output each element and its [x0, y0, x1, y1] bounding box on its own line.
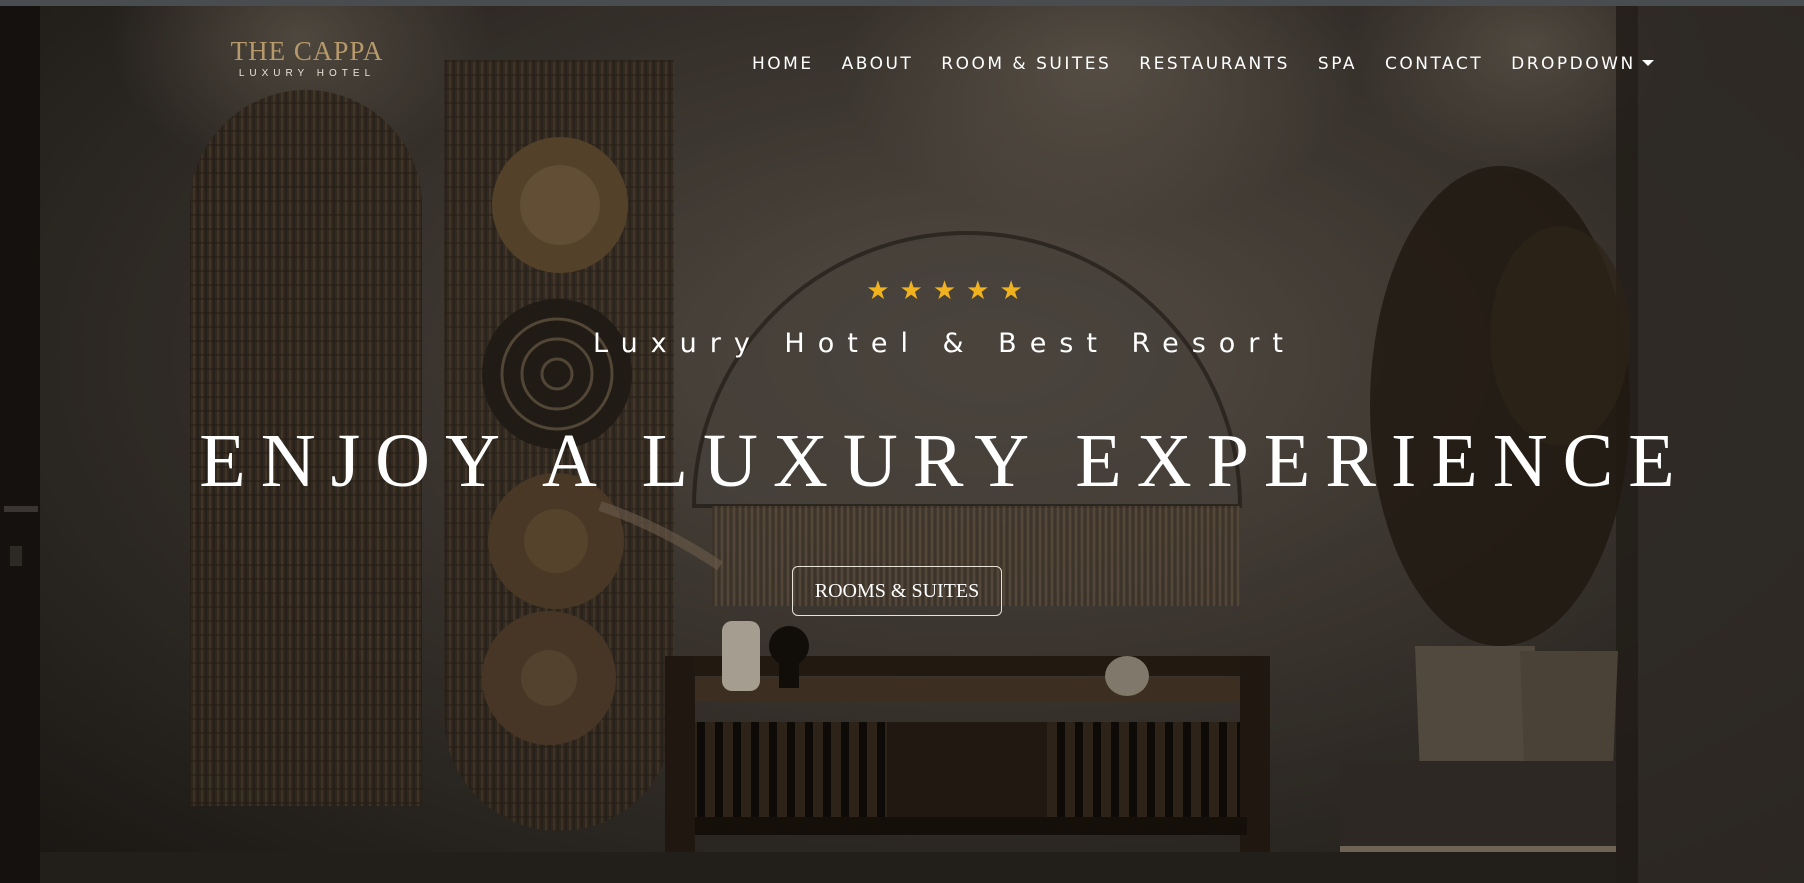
- nav-item-restaurants[interactable]: RESTAURANTS: [1139, 54, 1290, 74]
- caret-down-icon: [1641, 59, 1654, 66]
- page: THE CAPPA LUXURY HOTEL HOME ABOUT ROOM &…: [0, 0, 1804, 883]
- nav-dropdown-label: DROPDOWN: [1511, 54, 1636, 74]
- hero-headline: ENJOY A LUXURY EXPERIENCE: [199, 419, 1690, 503]
- nav-item-about[interactable]: ABOUT: [842, 54, 914, 74]
- star-icon: ★: [999, 275, 1023, 305]
- star-icon: ★: [932, 275, 957, 305]
- nav-item-dropdown[interactable]: DROPDOWN: [1511, 54, 1654, 74]
- main-nav: HOME ABOUT ROOM & SUITES RESTAURANTS SPA…: [752, 54, 1654, 74]
- nav-item-contact[interactable]: CONTACT: [1385, 54, 1483, 74]
- star-icon: ★: [899, 275, 923, 305]
- brand-logo[interactable]: THE CAPPA LUXURY HOTEL: [212, 36, 402, 79]
- star-rating: ★ ★ ★ ★ ★: [0, 276, 1804, 304]
- brand-name: THE CAPPA: [230, 36, 384, 66]
- nav-item-rooms-suites[interactable]: ROOM & SUITES: [941, 54, 1111, 74]
- brand-tagline: LUXURY HOTEL: [238, 68, 376, 79]
- hero-section: THE CAPPA LUXURY HOTEL HOME ABOUT ROOM &…: [0, 6, 1804, 883]
- rooms-suites-button[interactable]: ROOMS & SUITES: [792, 566, 1002, 616]
- nav-item-home[interactable]: HOME: [752, 54, 814, 74]
- browser-top-edge: [0, 0, 1804, 6]
- hero-subtitle: Luxury Hotel & Best Resort: [593, 328, 1296, 359]
- star-icon: ★: [966, 275, 990, 305]
- star-icon: ★: [866, 275, 890, 305]
- nav-item-spa[interactable]: SPA: [1318, 54, 1357, 74]
